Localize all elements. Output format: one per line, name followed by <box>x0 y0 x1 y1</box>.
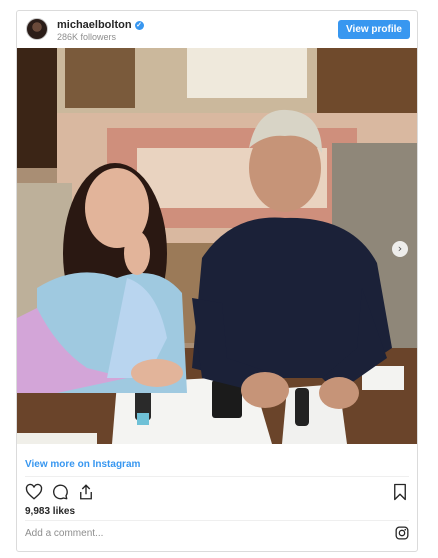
heart-icon[interactable] <box>25 483 43 501</box>
comment-icon[interactable] <box>51 483 69 501</box>
share-icon[interactable] <box>77 483 95 501</box>
add-comment-field[interactable]: Add a comment... <box>25 528 103 539</box>
follower-count: 286K followers <box>57 32 117 42</box>
view-profile-button[interactable]: View profile <box>338 20 410 39</box>
username-link[interactable]: michaelbolton ✓ <box>57 19 144 31</box>
like-count[interactable]: 9,983 likes <box>25 506 75 517</box>
bookmark-icon[interactable] <box>391 483 409 501</box>
username-text: michaelbolton <box>57 19 132 31</box>
action-bar <box>25 483 409 501</box>
post-photo[interactable]: › <box>17 48 417 444</box>
divider <box>25 520 409 521</box>
instagram-embed-card: michaelbolton ✓ 286K followers View profi… <box>16 10 418 552</box>
verified-check-icon: ✓ <box>134 21 144 30</box>
photo-image <box>17 48 417 444</box>
view-more-link[interactable]: View more on Instagram <box>25 459 140 470</box>
avatar[interactable] <box>26 18 48 40</box>
instagram-icon[interactable] <box>395 526 409 540</box>
divider <box>25 476 409 477</box>
post-header: michaelbolton ✓ 286K followers View profi… <box>17 11 417 47</box>
chevron-right-icon[interactable]: › <box>392 241 408 257</box>
